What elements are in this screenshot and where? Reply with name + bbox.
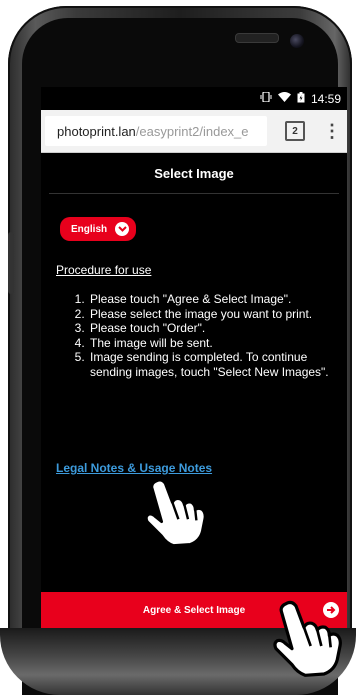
- language-label: English: [71, 223, 108, 235]
- procedure-title: Procedure for use: [56, 263, 152, 277]
- tab-switcher-button[interactable]: 2: [285, 121, 305, 141]
- language-select[interactable]: English: [60, 217, 136, 241]
- phone-side-button: [8, 232, 14, 294]
- chevron-down-icon: [115, 222, 130, 236]
- url-field[interactable]: photoprint.lan/easyprint2/index_e: [45, 116, 267, 146]
- pointing-hand-icon: [273, 600, 342, 677]
- list-item: Image sending is completed. To continue …: [88, 350, 341, 379]
- pointing-hand-icon: [144, 478, 207, 548]
- agree-button-label: Agree & Select Image: [142, 604, 246, 616]
- status-bar: 14:59: [41, 87, 347, 110]
- browser-toolbar: photoprint.lan/easyprint2/index_e 2 ⋮: [41, 110, 347, 153]
- vibrate-icon: [260, 91, 272, 105]
- list-item: Please select the image you want to prin…: [88, 307, 341, 322]
- legal-notes-link[interactable]: Legal Notes & Usage Notes: [56, 461, 212, 475]
- url-host: photoprint.lan: [57, 123, 136, 139]
- phone-earpiece: [235, 33, 279, 43]
- wifi-icon: [277, 92, 291, 105]
- list-item: Please touch "Agree & Select Image".: [88, 292, 341, 307]
- status-time: 14:59: [310, 91, 341, 106]
- list-item: Please touch "Order".: [88, 321, 341, 336]
- battery-icon: [297, 91, 305, 106]
- phone-camera: [290, 34, 304, 48]
- overflow-menu-icon[interactable]: ⋮: [323, 122, 341, 140]
- list-item: The image will be sent.: [88, 336, 341, 351]
- procedure-steps: Please touch "Agree & Select Image". Ple…: [56, 292, 341, 379]
- page-title: Select Image: [49, 153, 339, 194]
- url-path: /easyprint2/index_e: [135, 123, 249, 139]
